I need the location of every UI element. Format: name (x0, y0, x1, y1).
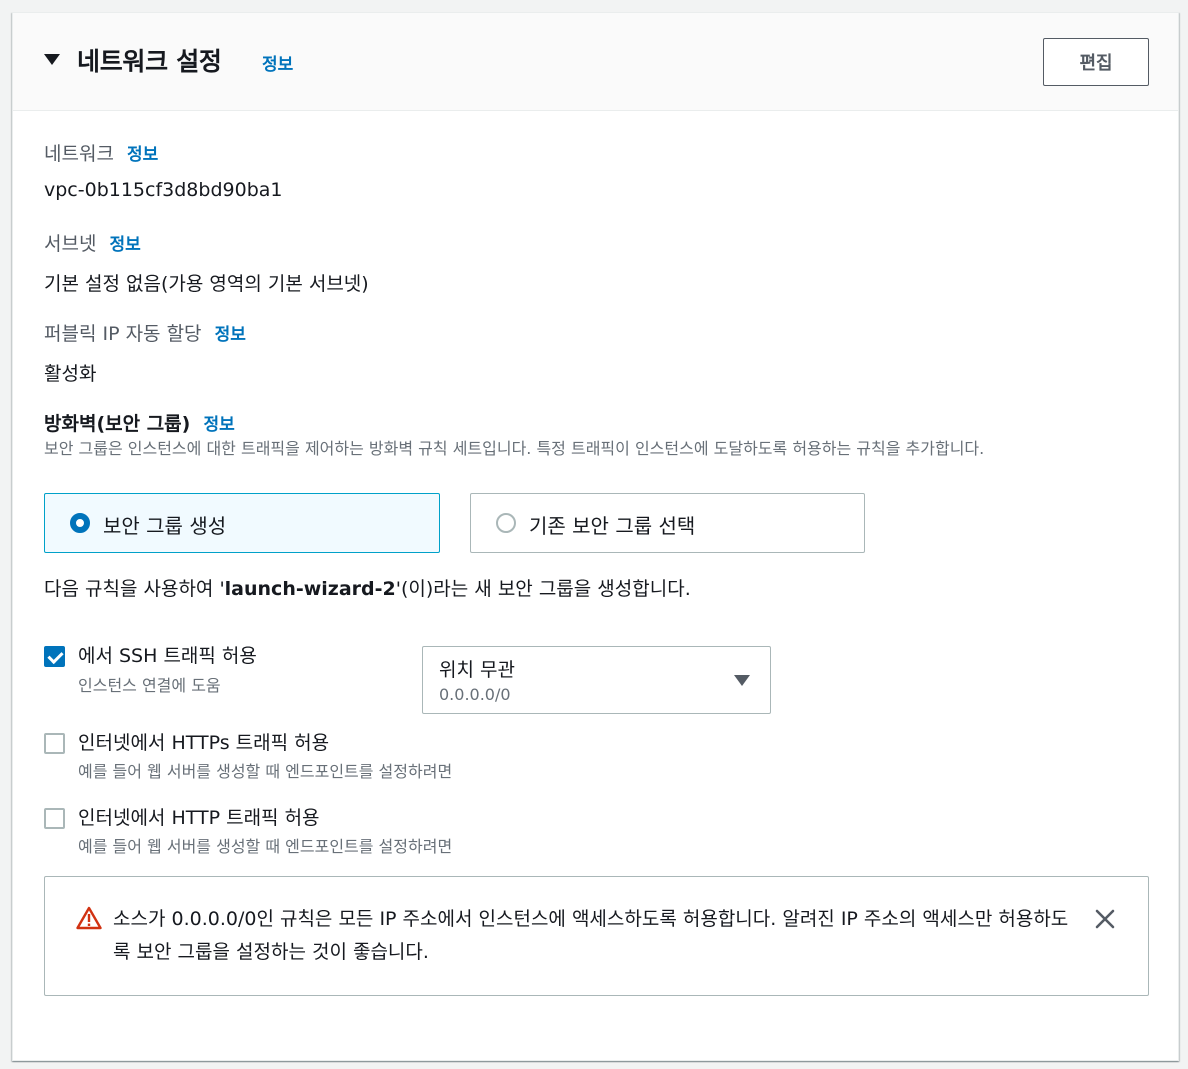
warning-text: 소스가 0.0.0.0/0인 규칙은 모든 IP 주소에서 인스턴스에 액세스하… (113, 908, 1069, 963)
network-value: vpc-0b115cf3d8bd90ba1 (44, 179, 283, 201)
https-rule-label: 인터넷에서 HTTPs 트래픽 허용 (78, 732, 330, 754)
warning-alert: 소스가 0.0.0.0/0인 규칙은 모든 IP 주소에서 인스턴스에 액세스하… (44, 876, 1149, 996)
ssh-source-select[interactable]: 위치 무관 0.0.0.0/0 (422, 646, 771, 714)
panel-header: 네트워크 설정 정보 편집 (13, 13, 1178, 111)
subnet-info-link[interactable]: 정보 (110, 235, 141, 255)
public-ip-value: 활성화 (44, 363, 97, 385)
public-ip-info-link[interactable]: 정보 (215, 325, 246, 345)
existing-security-group-option[interactable]: 기존 보안 그룹 선택 (470, 493, 865, 553)
network-field: 네트워크 정보 (44, 139, 158, 166)
note-suffix: '(이)라는 새 보안 그룹을 생성합니다. (395, 578, 691, 600)
network-label: 네트워크 (44, 143, 114, 165)
radio-unselected-icon (496, 513, 516, 533)
create-security-group-label: 보안 그룹 생성 (103, 514, 227, 538)
http-rule-checkbox[interactable] (44, 808, 65, 829)
section-info-link[interactable]: 정보 (262, 50, 293, 75)
note-prefix: 다음 규칙을 사용하여 ' (44, 578, 225, 600)
subnet-value: 기본 설정 없음(가용 영역의 기본 서브넷) (44, 273, 369, 295)
http-rule-description: 예를 들어 웹 서버를 생성할 때 엔드포인트를 설정하려면 (78, 837, 453, 856)
public-ip-label: 퍼블릭 IP 자동 할당 (44, 323, 202, 345)
http-rule-label: 인터넷에서 HTTP 트래픽 허용 (78, 807, 320, 829)
warning-icon (76, 906, 102, 930)
chevron-down-icon (734, 675, 750, 686)
radio-selected-icon (70, 513, 90, 533)
firewall-field: 방화벽(보안 그룹) 정보 (44, 409, 235, 436)
existing-security-group-label: 기존 보안 그룹 선택 (529, 514, 696, 538)
subnet-field: 서브넷 정보 (44, 229, 141, 256)
firewall-info-link[interactable]: 정보 (203, 415, 234, 435)
new-group-note: 다음 규칙을 사용하여 'launch-wizard-2'(이)라는 새 보안 … (44, 574, 691, 601)
https-rule-description: 예를 들어 웹 서버를 생성할 때 엔드포인트를 설정하려면 (78, 762, 453, 781)
security-group-name: launch-wizard-2 (224, 578, 396, 600)
close-icon[interactable] (1093, 907, 1117, 931)
firewall-label: 방화벽(보안 그룹) (44, 413, 191, 435)
public-ip-field: 퍼블릭 IP 자동 할당 정보 (44, 319, 246, 346)
network-settings-panel: 네트워크 설정 정보 편집 네트워크 정보 vpc-0b115cf3d8bd90… (12, 12, 1179, 1061)
section-title: 네트워크 설정 (77, 47, 222, 76)
create-security-group-option[interactable]: 보안 그룹 생성 (44, 493, 440, 553)
ssh-source-cidr: 0.0.0.0/0 (439, 685, 511, 704)
https-rule-checkbox[interactable] (44, 733, 65, 754)
subnet-label: 서브넷 (44, 233, 97, 255)
ssh-source-value: 위치 무관 (439, 659, 515, 681)
ssh-rule-description: 인스턴스 연결에 도움 (78, 676, 221, 695)
ssh-rule-checkbox[interactable] (44, 646, 65, 667)
collapse-caret-icon[interactable] (44, 54, 60, 65)
network-info-link[interactable]: 정보 (127, 145, 158, 165)
firewall-description: 보안 그룹은 인스턴스에 대한 트래픽을 제어하는 방화벽 규칙 세트입니다. … (44, 439, 985, 458)
ssh-rule-label: 에서 SSH 트래픽 허용 (78, 645, 257, 667)
edit-button[interactable]: 편집 (1043, 38, 1149, 86)
